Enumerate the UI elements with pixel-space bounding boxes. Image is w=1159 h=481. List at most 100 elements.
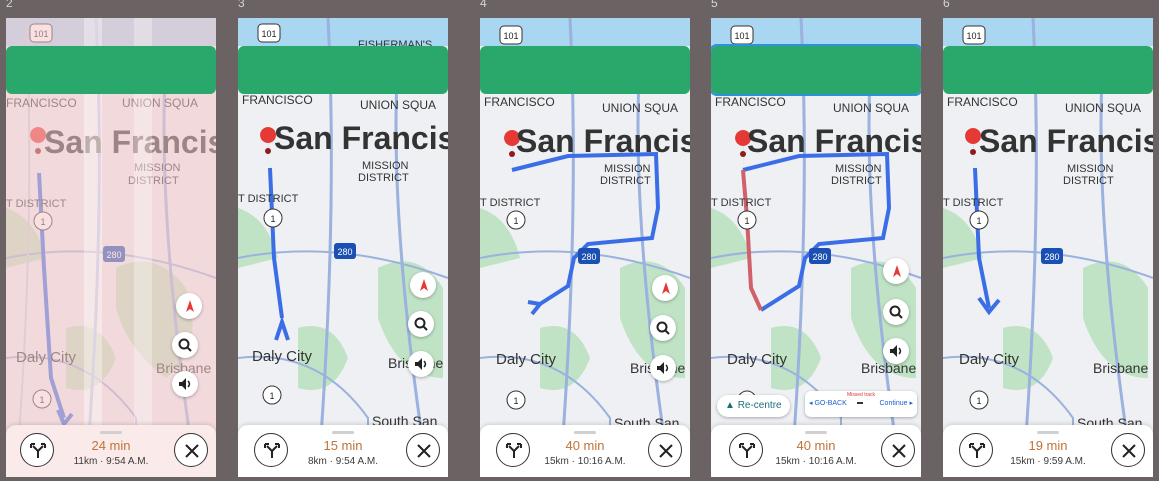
map-label: San Francis <box>979 123 1153 159</box>
compass-button[interactable] <box>652 275 678 301</box>
map-label: 1 <box>513 396 518 406</box>
compass-button[interactable] <box>883 258 909 284</box>
compass-icon <box>420 279 428 291</box>
navigation-banner <box>480 46 690 94</box>
map-label: UNION SQUA <box>360 98 436 112</box>
trip-summary-card[interactable]: 19 min 15km · 9:59 A.M. <box>943 425 1153 477</box>
map-label: T DISTRICT <box>711 197 772 209</box>
map-label: 280 <box>581 252 596 262</box>
map-label: 280 <box>812 252 827 262</box>
map-label: San Francis <box>274 120 448 156</box>
map-label: Daly City <box>727 351 788 368</box>
close-button[interactable] <box>1111 433 1145 467</box>
map-label: T DISTRICT <box>238 193 299 205</box>
map-label: FRANCISCO <box>242 93 313 107</box>
map-label: 280 <box>337 247 352 257</box>
drag-handle[interactable] <box>1037 431 1059 434</box>
search-icon <box>414 317 428 331</box>
trip-summary-card[interactable]: 40 min 15km · 10:16 A.M. <box>711 425 921 477</box>
map-label: Daly City <box>252 348 313 365</box>
navigation-banner <box>238 46 448 94</box>
volume-button[interactable] <box>408 351 434 377</box>
missed-track-panel: Missed track ◂ GO-BACK Continue ▸ <box>805 391 917 417</box>
search-button[interactable] <box>172 332 198 358</box>
continue-button[interactable]: Continue ▸ <box>880 399 914 407</box>
map-label: MISSION <box>362 160 409 172</box>
map-label: Daly City <box>16 349 77 366</box>
map-label: FRANCISCO <box>484 95 555 109</box>
map-label: DISTRICT <box>358 172 409 184</box>
map-label: MISSION <box>134 162 181 174</box>
navigation-banner <box>943 46 1153 94</box>
map-label: 280 <box>106 250 121 260</box>
map-label: DISTRICT <box>128 175 179 187</box>
map-label: 1 <box>744 216 749 226</box>
map-label: 101 <box>503 31 518 41</box>
map-label: 1 <box>976 216 981 226</box>
close-button[interactable] <box>648 433 682 467</box>
map-label: T DISTRICT <box>943 197 1004 209</box>
compass-button[interactable] <box>410 272 436 298</box>
volume-button[interactable] <box>650 355 676 381</box>
volume-button[interactable] <box>883 338 909 364</box>
map-label: Brisbane <box>1093 360 1148 376</box>
search-button[interactable] <box>408 311 434 337</box>
phone-frame-3: 101 FISHERMAN'S FRANCISCO UNION SQUA San… <box>238 18 448 477</box>
drag-handle[interactable] <box>100 431 122 434</box>
close-button[interactable] <box>174 433 208 467</box>
compass-icon <box>186 300 194 312</box>
map-label: UNION SQUA <box>122 96 198 110</box>
navigation-banner <box>6 46 216 94</box>
frame-number: 5 <box>711 0 718 10</box>
go-back-button[interactable]: ◂ GO-BACK <box>809 399 847 407</box>
map-label: Daly City <box>496 351 557 368</box>
missed-track-title: Missed track <box>846 392 876 398</box>
map-label: FRANCISCO <box>6 96 77 110</box>
search-icon <box>178 338 192 352</box>
close-icon <box>659 444 673 458</box>
map-label: UNION SQUA <box>602 101 678 115</box>
compass-icon <box>893 265 901 277</box>
volume-icon <box>415 358 427 370</box>
map-label: DISTRICT <box>1063 175 1114 187</box>
map-label: UNION SQUA <box>1065 101 1141 115</box>
phone-frame-5: 101 FRANCISCO UNION SQUA San Francis MIS… <box>711 18 921 477</box>
frame-number: 4 <box>480 0 487 10</box>
close-icon <box>417 444 431 458</box>
search-button[interactable] <box>883 299 909 325</box>
map-label: 1 <box>269 391 274 401</box>
trip-summary-card[interactable]: 40 min 15km · 10:16 A.M. <box>480 425 690 477</box>
volume-button[interactable] <box>172 371 198 397</box>
trip-summary-card[interactable]: 15 min 8km · 9:54 A.M. <box>238 425 448 477</box>
close-icon <box>185 444 199 458</box>
missed-track-separator <box>857 402 863 404</box>
drag-handle[interactable] <box>574 431 596 434</box>
frame-number: 6 <box>943 0 950 10</box>
compass-button[interactable] <box>176 293 202 319</box>
map-label: T DISTRICT <box>480 197 541 209</box>
map-label: 101 <box>734 31 749 41</box>
recentre-button[interactable]: ▲ Re-centre <box>717 395 790 417</box>
map-label: 101 <box>261 29 276 39</box>
map-label: T DISTRICT <box>6 198 67 210</box>
phone-frame-6: 101 FRANCISCO UNION SQUA San Francis MIS… <box>943 18 1153 477</box>
trip-summary-card[interactable]: 24 min 11km · 9:54 A.M. <box>6 425 216 477</box>
close-icon <box>1122 444 1136 458</box>
map-label: MISSION <box>835 163 882 175</box>
map-label: 1 <box>513 216 518 226</box>
map-label: DISTRICT <box>831 175 882 187</box>
volume-icon <box>890 345 902 357</box>
navigation-banner <box>711 44 921 96</box>
drag-handle[interactable] <box>332 431 354 434</box>
map-label: 101 <box>966 31 981 41</box>
compass-icon <box>662 282 670 294</box>
search-button[interactable] <box>650 315 676 341</box>
map-label: 1 <box>976 396 981 406</box>
map-label: DISTRICT <box>600 175 651 187</box>
map-label: 1 <box>40 217 45 227</box>
close-button[interactable] <box>406 433 440 467</box>
navigation-arrow-icon: ▲ <box>725 400 735 411</box>
close-button[interactable] <box>881 433 915 467</box>
drag-handle[interactable] <box>805 431 827 434</box>
map-label: MISSION <box>604 163 651 175</box>
